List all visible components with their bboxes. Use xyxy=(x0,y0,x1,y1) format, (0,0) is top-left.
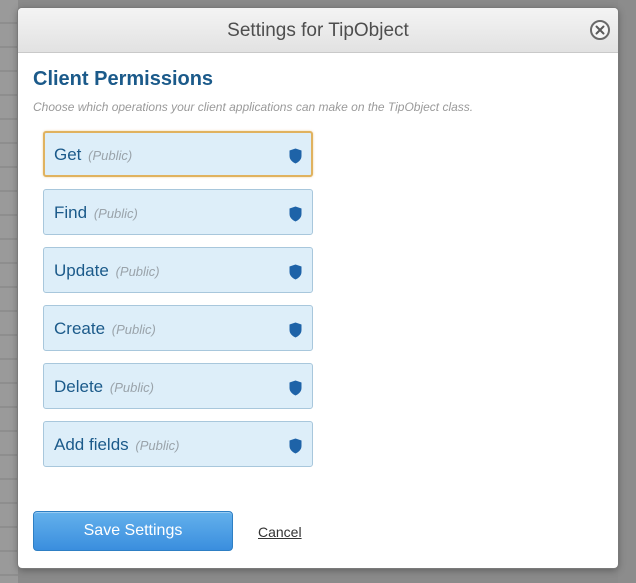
shield-icon xyxy=(289,148,302,164)
background-page-strip xyxy=(0,0,18,583)
shield-icon xyxy=(289,206,302,222)
dialog-header: Settings for TipObject xyxy=(18,8,618,53)
save-settings-button[interactable]: Save Settings xyxy=(33,511,233,551)
permission-delete[interactable]: Delete (Public) xyxy=(43,363,313,409)
permission-label: Add fields (Public) xyxy=(54,435,180,454)
permission-label: Create (Public) xyxy=(54,319,156,338)
permission-access: (Public) xyxy=(93,206,138,221)
permission-access: (Public) xyxy=(88,148,133,163)
settings-dialog: Settings for TipObject Client Permission… xyxy=(18,8,618,568)
permissions-list: Get (Public) Find (Public) Update (Publi… xyxy=(43,131,603,467)
close-button[interactable] xyxy=(590,20,610,40)
permission-access: (Public) xyxy=(135,438,180,453)
permission-get[interactable]: Get (Public) xyxy=(43,131,313,177)
permission-find[interactable]: Find (Public) xyxy=(43,189,313,235)
permission-create[interactable]: Create (Public) xyxy=(43,305,313,351)
permission-access: (Public) xyxy=(115,264,160,279)
permission-access: (Public) xyxy=(111,322,156,337)
shield-icon xyxy=(289,380,302,396)
background-page-strip-right xyxy=(618,0,636,583)
cancel-link[interactable]: Cancel xyxy=(258,524,302,540)
permission-label: Get (Public) xyxy=(54,145,133,164)
dialog-body: Client Permissions Choose which operatio… xyxy=(18,53,618,467)
permission-access: (Public) xyxy=(109,380,154,395)
permission-update[interactable]: Update (Public) xyxy=(43,247,313,293)
section-title: Client Permissions xyxy=(33,68,214,90)
shield-icon xyxy=(289,438,302,454)
dialog-footer: Save Settings Cancel xyxy=(33,511,603,553)
shield-icon xyxy=(289,264,302,280)
permission-add-fields[interactable]: Add fields (Public) xyxy=(43,421,313,467)
permission-label: Update (Public) xyxy=(54,261,160,280)
dialog-title: Settings for TipObject xyxy=(227,20,409,41)
close-icon xyxy=(595,25,605,35)
permission-label: Find (Public) xyxy=(54,203,138,222)
permission-label: Delete (Public) xyxy=(54,377,154,396)
section-description: Choose which operations your client appl… xyxy=(33,100,474,114)
shield-icon xyxy=(289,322,302,338)
